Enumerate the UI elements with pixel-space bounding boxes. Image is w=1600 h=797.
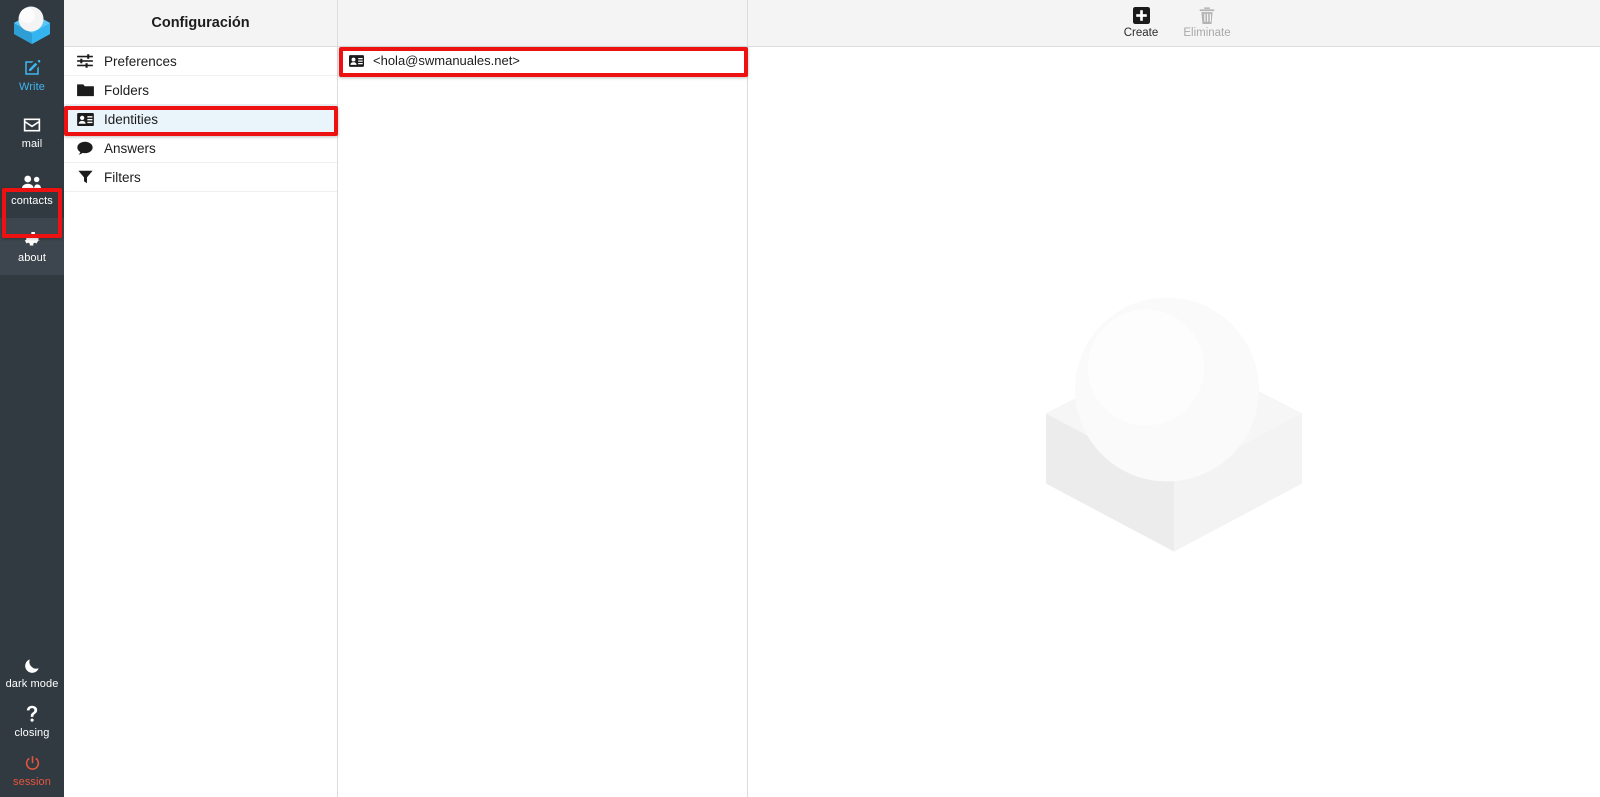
- identity-form-area: [748, 47, 1600, 797]
- taskbar-item-dark-mode[interactable]: dark mode: [0, 648, 64, 697]
- settings-item-label: Answers: [104, 140, 156, 156]
- taskbar-item-label: about: [17, 252, 47, 264]
- taskbar-secondary-items: dark mode closing session: [0, 648, 64, 797]
- identities-panel-header: [338, 0, 747, 47]
- taskbar-item-label: dark mode: [5, 678, 59, 690]
- settings-item-answers[interactable]: Answers: [64, 134, 337, 163]
- app-taskbar: Write mail contacts about dark mode clos…: [0, 0, 64, 797]
- roundcube-watermark-logo-icon: [1046, 297, 1302, 552]
- taskbar-item-label: session: [13, 776, 51, 788]
- taskbar-primary-items: Write mail contacts about: [0, 47, 64, 275]
- funnel-icon: [76, 170, 94, 184]
- speech-bubble-icon: [76, 141, 94, 155]
- settings-item-preferences[interactable]: Preferences: [64, 47, 337, 76]
- identity-content-panel: Create Eliminate: [748, 0, 1600, 797]
- taskbar-item-mail[interactable]: mail: [0, 104, 64, 161]
- contact-card-icon: [349, 54, 365, 67]
- trash-icon: [1199, 7, 1215, 25]
- settings-panel-header: Configuración: [64, 0, 337, 47]
- eliminate-button-label: Eliminate: [1183, 26, 1231, 39]
- contact-card-icon: [76, 112, 94, 126]
- compose-icon: [23, 58, 41, 78]
- plus-square-icon: [1132, 7, 1150, 25]
- identities-panel: <hola@swmanuales.net>: [338, 0, 748, 797]
- taskbar-item-label: Write: [19, 81, 45, 93]
- settings-identities-screen: Write mail contacts about dark mode clos…: [0, 0, 1600, 797]
- settings-item-label: Filters: [104, 169, 141, 185]
- roundcube-logo-icon: [14, 6, 50, 44]
- taskbar-item-session[interactable]: session: [0, 746, 64, 795]
- create-button[interactable]: Create: [1115, 7, 1167, 40]
- taskbar-item-about[interactable]: about: [0, 218, 64, 275]
- taskbar-item-write[interactable]: Write: [0, 47, 64, 104]
- settings-menu-list: Preferences Folders Identities Answers F…: [64, 47, 337, 192]
- taskbar-item-contacts[interactable]: contacts: [0, 161, 64, 218]
- taskbar-item-closing[interactable]: closing: [0, 697, 64, 746]
- settings-panel: Configuración Preferences Folders Identi: [64, 0, 338, 797]
- settings-item-label: Folders: [104, 82, 150, 98]
- settings-item-label: Preferences: [104, 53, 177, 69]
- taskbar-item-label: contacts: [11, 195, 53, 207]
- folder-icon: [76, 83, 94, 97]
- app-logo: [0, 0, 64, 47]
- gear-icon: [23, 229, 42, 249]
- settings-item-identities[interactable]: Identities: [64, 105, 337, 134]
- watermark-logo: [1034, 286, 1314, 559]
- settings-item-filters[interactable]: Filters: [64, 163, 337, 192]
- moon-icon: [24, 655, 41, 675]
- envelope-icon: [22, 115, 42, 135]
- question-icon: [25, 704, 39, 724]
- eliminate-button[interactable]: Eliminate: [1181, 7, 1233, 40]
- taskbar-spacer: [0, 275, 64, 648]
- settings-item-folders[interactable]: Folders: [64, 76, 337, 105]
- settings-item-label: Identities: [104, 111, 159, 127]
- taskbar-item-label: mail: [21, 138, 43, 150]
- people-icon: [21, 172, 43, 192]
- identity-row-label: <hola@swmanuales.net>: [373, 53, 520, 68]
- page-title: Configuración: [151, 15, 250, 31]
- identity-row-1[interactable]: <hola@swmanuales.net>: [338, 47, 747, 75]
- sliders-icon: [76, 54, 94, 68]
- create-button-label: Create: [1123, 26, 1159, 39]
- identities-list: <hola@swmanuales.net>: [338, 47, 747, 75]
- taskbar-item-label: closing: [14, 727, 50, 739]
- power-icon: [24, 753, 41, 773]
- content-toolbar: Create Eliminate: [748, 0, 1600, 47]
